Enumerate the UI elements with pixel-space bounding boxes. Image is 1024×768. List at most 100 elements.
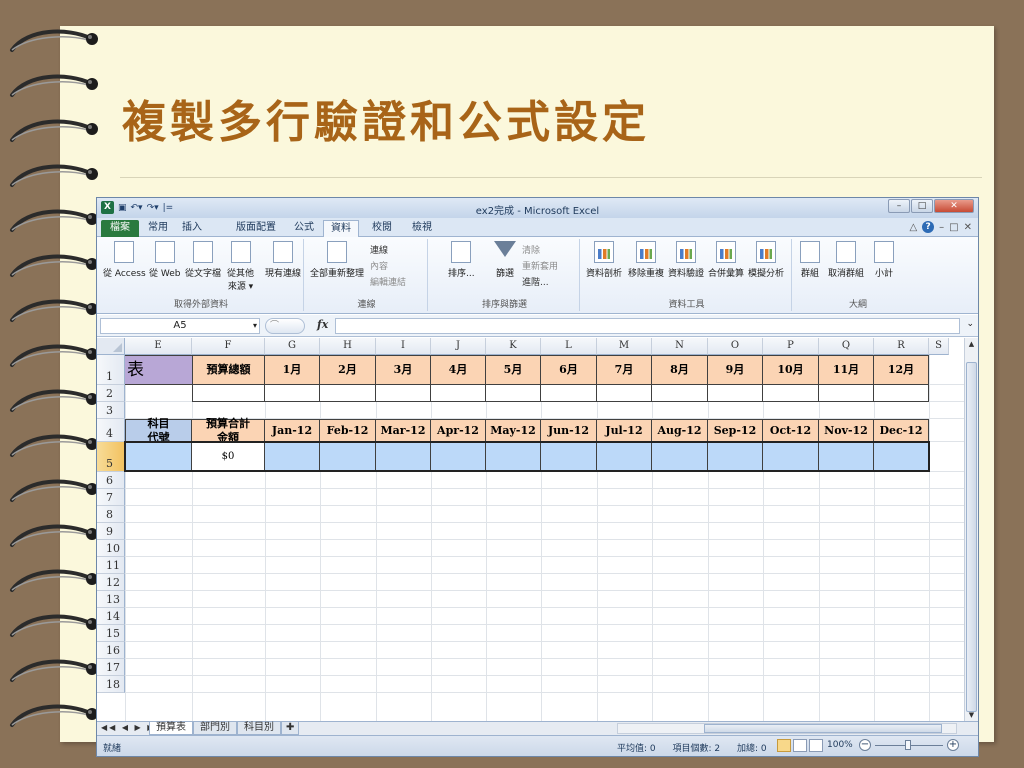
- tab-review[interactable]: 校閱: [365, 220, 399, 237]
- column-header-n[interactable]: N: [652, 338, 708, 355]
- cell-month-date[interactable]: Feb-12: [320, 419, 376, 442]
- tab-data[interactable]: 資料: [323, 220, 359, 237]
- row-header-16[interactable]: 16: [97, 642, 125, 659]
- existing-connections-button[interactable]: 現有連線: [265, 241, 301, 279]
- cell-month-date[interactable]: Nov-12: [819, 419, 874, 442]
- cell-row5[interactable]: [652, 442, 708, 472]
- row-header-12[interactable]: 12: [97, 574, 125, 591]
- page-layout-view-icon[interactable]: [793, 739, 807, 752]
- close-button[interactable]: ✕: [934, 199, 974, 213]
- page-break-view-icon[interactable]: [809, 739, 823, 752]
- text-to-columns-button[interactable]: 資料剖析: [586, 241, 622, 279]
- cell-row2[interactable]: [708, 385, 763, 402]
- column-header-m[interactable]: M: [597, 338, 652, 355]
- sheet-tab-department[interactable]: 部門別: [193, 722, 237, 735]
- row-header-14[interactable]: 14: [97, 608, 125, 625]
- cell-month-header[interactable]: 4月: [431, 355, 486, 385]
- workbook-restore-icon[interactable]: □: [949, 222, 958, 233]
- cell-month-header[interactable]: 10月: [763, 355, 819, 385]
- workbook-minimize-icon[interactable]: –: [939, 222, 944, 233]
- zoom-in-icon[interactable]: +: [947, 739, 959, 751]
- filter-button[interactable]: 篩選: [494, 241, 516, 279]
- column-header-h[interactable]: H: [320, 338, 376, 355]
- row-header-9[interactable]: 9: [97, 523, 125, 540]
- tab-insert[interactable]: 插入: [175, 220, 209, 237]
- workbook-close-icon[interactable]: ✕: [964, 222, 972, 233]
- column-header-l[interactable]: L: [541, 338, 597, 355]
- cell-e5[interactable]: [125, 442, 192, 472]
- row-header-13[interactable]: 13: [97, 591, 125, 608]
- zoom-level[interactable]: 100%: [827, 740, 853, 750]
- refresh-all-button[interactable]: 全部重新整理: [310, 241, 364, 279]
- formula-input[interactable]: [335, 318, 960, 334]
- cell-row5[interactable]: [376, 442, 431, 472]
- row-header-10[interactable]: 10: [97, 540, 125, 557]
- row-header-17[interactable]: 17: [97, 659, 125, 676]
- column-header-p[interactable]: P: [763, 338, 819, 355]
- column-header-q[interactable]: Q: [819, 338, 874, 355]
- cell-row5[interactable]: [708, 442, 763, 472]
- name-box[interactable]: A5 ▾: [100, 318, 260, 334]
- cell-row2[interactable]: [431, 385, 486, 402]
- maximize-button[interactable]: □: [911, 199, 933, 213]
- cell-row2[interactable]: [819, 385, 874, 402]
- cell-month-header[interactable]: 5月: [486, 355, 541, 385]
- scroll-down-icon[interactable]: ▼: [966, 710, 977, 721]
- cell-month-header[interactable]: 12月: [874, 355, 929, 385]
- cell-e1[interactable]: 表: [125, 355, 192, 385]
- cell-month-header[interactable]: 2月: [320, 355, 376, 385]
- cell-month-header[interactable]: 3月: [376, 355, 431, 385]
- cell-row2[interactable]: [652, 385, 708, 402]
- insert-function-icon[interactable]: fx: [317, 318, 328, 331]
- select-all-button[interactable]: [97, 338, 125, 355]
- normal-view-icon[interactable]: [777, 739, 791, 752]
- cell-month-date[interactable]: Jul-12: [597, 419, 652, 442]
- row-header-1[interactable]: 1: [97, 355, 125, 385]
- row-header-5[interactable]: 5: [97, 442, 125, 472]
- cell-row5[interactable]: [265, 442, 320, 472]
- tab-home[interactable]: 常用: [141, 220, 175, 237]
- cell-month-date[interactable]: Jan-12: [265, 419, 320, 442]
- cell-month-header[interactable]: 8月: [652, 355, 708, 385]
- consolidate-button[interactable]: 合併彙算: [708, 241, 744, 279]
- formula-cancel-icon[interactable]: ⌒: [265, 318, 305, 334]
- cell-row2[interactable]: [541, 385, 597, 402]
- row-header-18[interactable]: 18: [97, 676, 125, 693]
- column-header-k[interactable]: K: [486, 338, 541, 355]
- row-header-3[interactable]: 3: [97, 402, 125, 419]
- cell-row5[interactable]: [763, 442, 819, 472]
- cell-month-date[interactable]: Jun-12: [541, 419, 597, 442]
- cell-f1[interactable]: 預算總額: [192, 355, 265, 385]
- sort-button[interactable]: 排序...: [448, 241, 475, 279]
- column-header-i[interactable]: I: [376, 338, 431, 355]
- cell-row2[interactable]: [874, 385, 929, 402]
- cell-month-header[interactable]: 7月: [597, 355, 652, 385]
- row-header-4[interactable]: 4: [97, 419, 125, 442]
- cell-row2[interactable]: [320, 385, 376, 402]
- horizontal-scroll-thumb[interactable]: [704, 724, 942, 733]
- sheet-tab-account[interactable]: 科目別: [237, 722, 281, 735]
- cell-month-header[interactable]: 1月: [265, 355, 320, 385]
- cell-month-date[interactable]: Aug-12: [652, 419, 708, 442]
- row-header-7[interactable]: 7: [97, 489, 125, 506]
- column-header-o[interactable]: O: [708, 338, 763, 355]
- column-header-e[interactable]: E: [125, 338, 192, 355]
- tab-file[interactable]: 檔案: [101, 220, 139, 237]
- remove-duplicates-button[interactable]: 移除重複: [628, 241, 664, 279]
- cell-e4[interactable]: 科目 代號: [125, 417, 192, 444]
- row-header-2[interactable]: 2: [97, 385, 125, 402]
- cell-row2[interactable]: [486, 385, 541, 402]
- horizontal-scrollbar[interactable]: [617, 723, 957, 734]
- cell-row5[interactable]: [320, 442, 376, 472]
- from-web-button[interactable]: 從 Web: [149, 241, 180, 279]
- data-validation-button[interactable]: 資料驗證: [668, 241, 704, 279]
- column-header-r[interactable]: R: [874, 338, 929, 355]
- cell-month-date[interactable]: Apr-12: [431, 419, 486, 442]
- cell-row2[interactable]: [376, 385, 431, 402]
- row-header-6[interactable]: 6: [97, 472, 125, 489]
- cell-month-date[interactable]: Mar-12: [376, 419, 431, 442]
- column-header-g[interactable]: G: [265, 338, 320, 355]
- minimize-button[interactable]: –: [888, 199, 910, 213]
- group-button[interactable]: 群組: [800, 241, 820, 279]
- cell-month-date[interactable]: Dec-12: [874, 419, 929, 442]
